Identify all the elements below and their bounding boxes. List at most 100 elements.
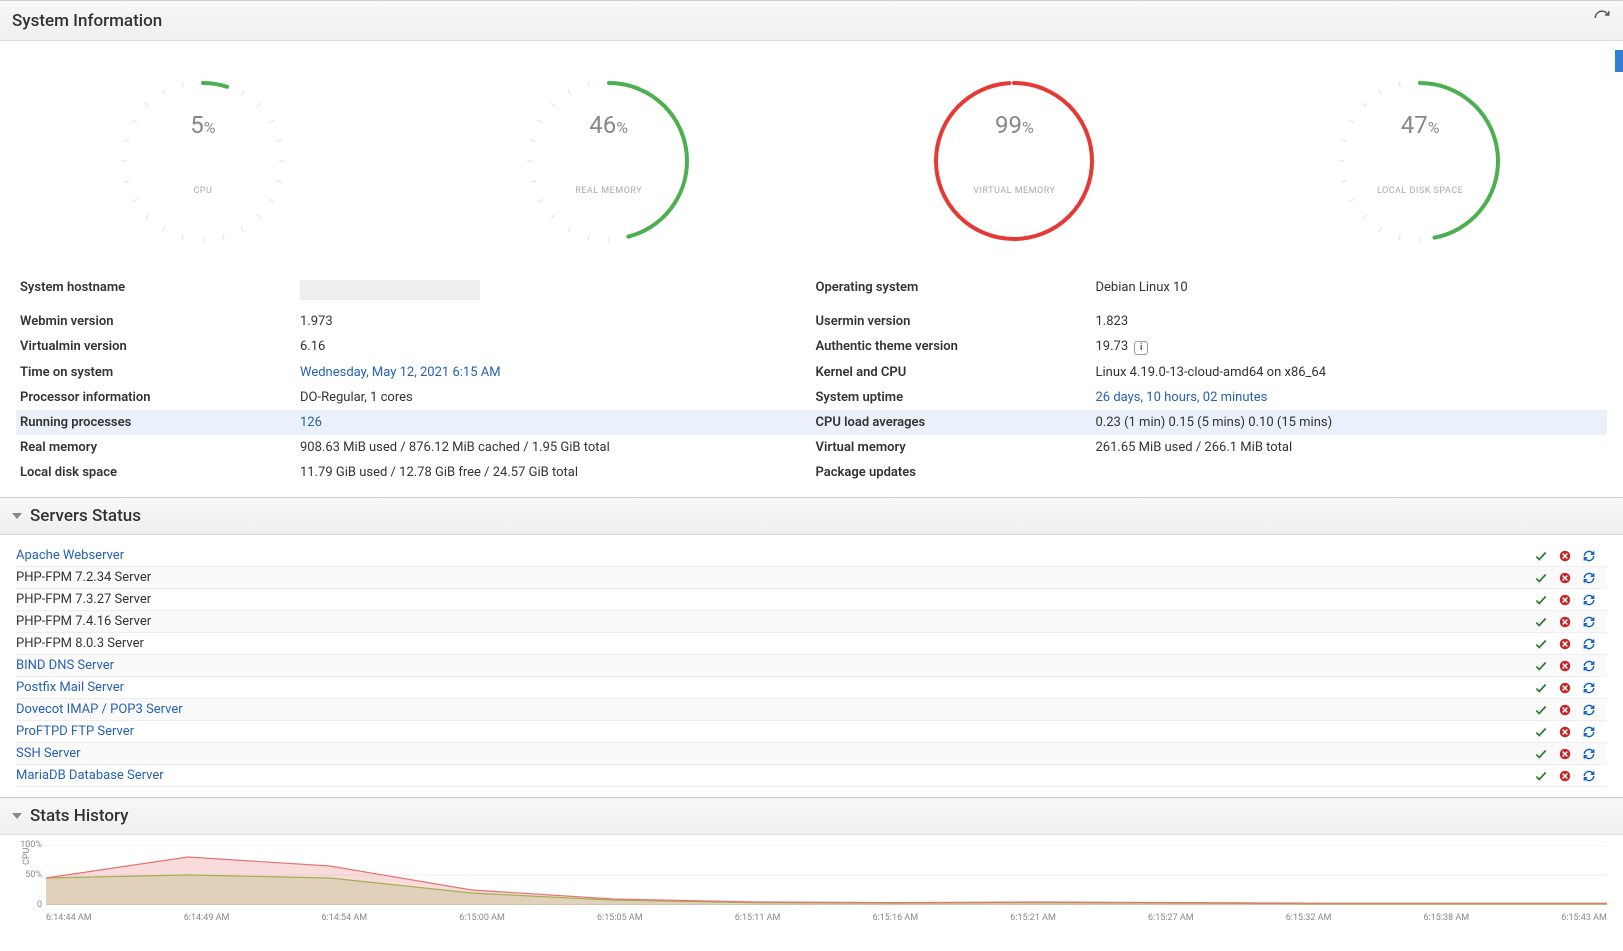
info-cell: Real memory908.63 MiB used / 876.12 MiB … <box>16 435 812 460</box>
stop-icon[interactable] <box>1557 768 1573 784</box>
info-cell: Virtual memory261.65 MiB used / 266.1 Mi… <box>812 435 1608 460</box>
info-value: 11.79 GiB used / 12.78 GiB free / 24.57 … <box>300 465 808 480</box>
status-running-icon[interactable] <box>1533 614 1549 630</box>
info-label: Processor information <box>20 390 300 405</box>
chart-xtick: 6:14:54 AM <box>322 913 368 923</box>
chart-ytick: 0 <box>37 900 42 910</box>
server-name[interactable]: MariaDB Database Server <box>16 767 1533 784</box>
status-running-icon[interactable] <box>1533 658 1549 674</box>
server-name[interactable]: BIND DNS Server <box>16 657 1533 674</box>
stop-icon[interactable] <box>1557 614 1573 630</box>
gauge-local-disk-space: 47% LOCAL DISK SPACE <box>1330 71 1510 251</box>
info-value: Debian Linux 10 <box>1096 280 1604 304</box>
chart-xtick: 6:15:38 AM <box>1424 913 1470 923</box>
stop-icon[interactable] <box>1557 746 1573 762</box>
chart-xtick: 6:14:49 AM <box>184 913 230 923</box>
restart-icon[interactable] <box>1581 746 1597 762</box>
server-name: PHP-FPM 7.2.34 Server <box>16 569 1533 586</box>
restart-icon[interactable] <box>1581 768 1597 784</box>
stop-icon[interactable] <box>1557 636 1573 652</box>
chart-xtick: 6:15:00 AM <box>459 913 505 923</box>
info-cell: Webmin version1.973 <box>16 309 812 334</box>
info-cell: Processor informationDO-Regular, 1 cores <box>16 385 812 410</box>
server-row: Postfix Mail Server <box>16 677 1607 699</box>
chart-xaxis: 6:14:44 AM6:14:49 AM6:14:54 AM6:15:00 AM… <box>46 913 1607 923</box>
restart-icon[interactable] <box>1581 702 1597 718</box>
restart-icon[interactable] <box>1581 658 1597 674</box>
info-cell: Local disk space11.79 GiB used / 12.78 G… <box>16 460 812 485</box>
info-value[interactable]: 126 <box>300 415 808 430</box>
server-actions <box>1533 724 1607 740</box>
info-cell: System uptime26 days, 10 hours, 02 minut… <box>812 385 1608 410</box>
info-cell: CPU load averages0.23 (1 min) 0.15 (5 mi… <box>812 410 1608 435</box>
info-value: 6.16 <box>300 339 808 355</box>
gauge-value: 99% <box>924 111 1104 139</box>
gauge-value: 46% <box>519 111 699 139</box>
info-value: DO-Regular, 1 cores <box>300 390 808 405</box>
server-name: PHP-FPM 8.0.3 Server <box>16 635 1533 652</box>
server-name[interactable]: Dovecot IMAP / POP3 Server <box>16 701 1533 718</box>
info-cell: Package updates <box>812 460 1608 485</box>
status-running-icon[interactable] <box>1533 592 1549 608</box>
status-running-icon[interactable] <box>1533 746 1549 762</box>
status-running-icon[interactable] <box>1533 724 1549 740</box>
info-label: Webmin version <box>20 314 300 329</box>
status-running-icon[interactable] <box>1533 548 1549 564</box>
stop-icon[interactable] <box>1557 702 1573 718</box>
stop-icon[interactable] <box>1557 680 1573 696</box>
chart-xtick: 6:15:43 AM <box>1561 913 1607 923</box>
server-actions <box>1533 768 1607 784</box>
redacted-value <box>300 280 480 300</box>
info-value: Linux 4.19.0-13-cloud-amd64 on x86_64 <box>1096 365 1604 380</box>
restart-icon[interactable] <box>1581 724 1597 740</box>
server-row: MariaDB Database Server <box>16 765 1607 787</box>
servers-list: Apache Webserver PHP-FPM 7.2.34 Server PHP… <box>0 535 1623 797</box>
server-row: BIND DNS Server <box>16 655 1607 677</box>
gauge-label: REAL MEMORY <box>519 186 699 196</box>
server-name[interactable]: ProFTPD FTP Server <box>16 723 1533 740</box>
stop-icon[interactable] <box>1557 592 1573 608</box>
info-row: Webmin version1.973Usermin version1.823 <box>16 309 1607 334</box>
stop-icon[interactable] <box>1557 570 1573 586</box>
info-row: System hostnameOperating systemDebian Li… <box>16 275 1607 309</box>
info-value: 0.23 (1 min) 0.15 (5 mins) 0.10 (15 mins… <box>1096 415 1604 430</box>
gauge-label: LOCAL DISK SPACE <box>1330 186 1510 196</box>
server-name[interactable]: SSH Server <box>16 745 1533 762</box>
status-running-icon[interactable] <box>1533 768 1549 784</box>
info-row: Local disk space11.79 GiB used / 12.78 G… <box>16 460 1607 485</box>
info-label: CPU load averages <box>816 415 1096 430</box>
status-running-icon[interactable] <box>1533 636 1549 652</box>
status-running-icon[interactable] <box>1533 702 1549 718</box>
restart-icon[interactable] <box>1581 570 1597 586</box>
server-name[interactable]: Apache Webserver <box>16 547 1533 564</box>
info-row: Real memory908.63 MiB used / 876.12 MiB … <box>16 435 1607 460</box>
chart-xtick: 6:15:32 AM <box>1286 913 1332 923</box>
restart-icon[interactable] <box>1581 680 1597 696</box>
system-info-header: System Information <box>0 0 1623 41</box>
server-actions <box>1533 570 1607 586</box>
restart-icon[interactable] <box>1581 614 1597 630</box>
info-value: 261.65 MiB used / 266.1 MiB total <box>1096 440 1604 455</box>
restart-icon[interactable] <box>1581 636 1597 652</box>
status-running-icon[interactable] <box>1533 570 1549 586</box>
server-name[interactable]: Postfix Mail Server <box>16 679 1533 696</box>
restart-icon[interactable] <box>1581 592 1597 608</box>
stop-icon[interactable] <box>1557 724 1573 740</box>
info-label: Authentic theme version <box>816 339 1096 355</box>
info-value[interactable]: 26 days, 10 hours, 02 minutes <box>1096 390 1604 405</box>
gauges-row: 5% CPU 46% REAL MEMORY 99% VIRTUAL MEMOR… <box>0 41 1623 271</box>
refresh-icon[interactable] <box>1593 9 1611 32</box>
stop-icon[interactable] <box>1557 548 1573 564</box>
info-icon[interactable]: i <box>1134 341 1148 355</box>
server-row: ProFTPD FTP Server <box>16 721 1607 743</box>
stats-history-header[interactable]: Stats History <box>0 797 1623 835</box>
restart-icon[interactable] <box>1581 548 1597 564</box>
stop-icon[interactable] <box>1557 658 1573 674</box>
status-running-icon[interactable] <box>1533 680 1549 696</box>
right-handle[interactable] <box>1615 50 1623 72</box>
info-value[interactable]: Wednesday, May 12, 2021 6:15 AM <box>300 365 808 380</box>
server-actions <box>1533 702 1607 718</box>
server-row: Dovecot IMAP / POP3 Server <box>16 699 1607 721</box>
servers-status-header[interactable]: Servers Status <box>0 497 1623 535</box>
info-value: 908.63 MiB used / 876.12 MiB cached / 1.… <box>300 440 808 455</box>
